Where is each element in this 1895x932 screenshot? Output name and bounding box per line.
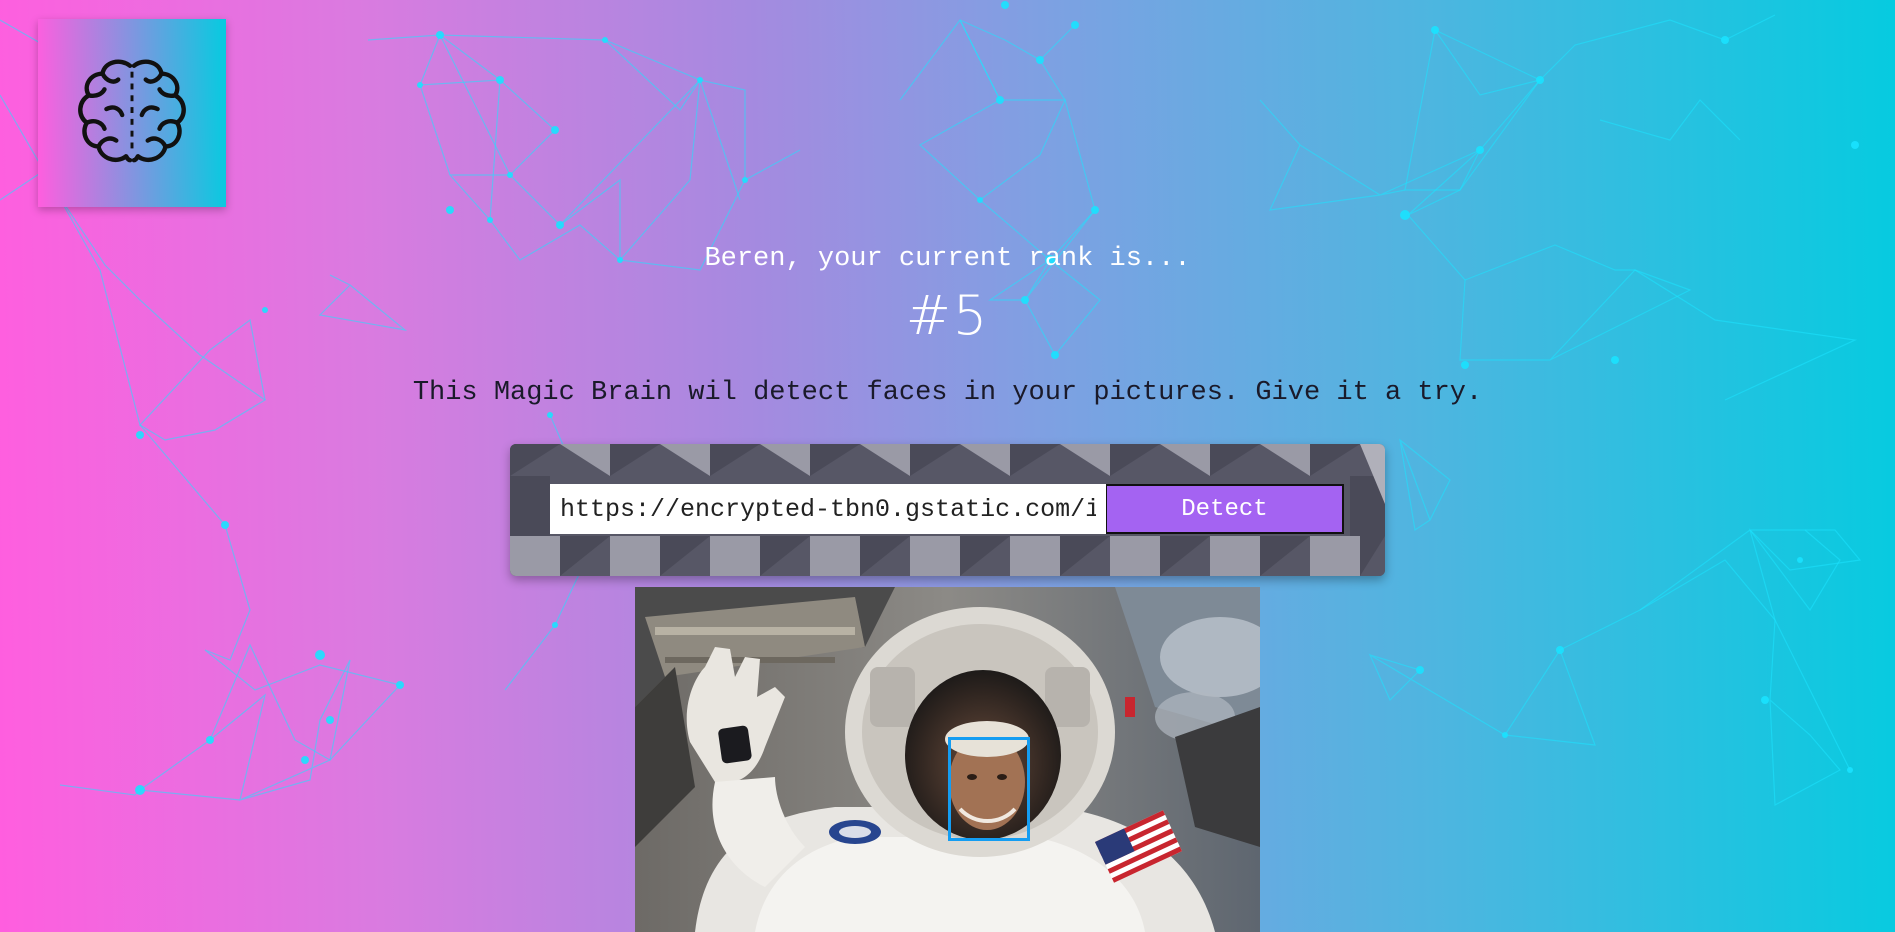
intro-text: This Magic Brain wil detect faces in you… <box>412 378 1483 408</box>
astronaut-photo <box>635 587 1260 932</box>
brain-icon <box>78 59 186 163</box>
rank-number: #5 <box>905 284 990 347</box>
face-bounding-box <box>948 737 1030 841</box>
detect-button[interactable]: Detect <box>1106 484 1344 534</box>
form-row: Detect <box>550 484 1344 534</box>
rank-greeting: Beren, your current rank is... <box>704 244 1191 274</box>
image-url-input[interactable] <box>550 484 1106 534</box>
logo-tile <box>38 19 226 207</box>
image-link-form: Detect <box>510 444 1385 576</box>
